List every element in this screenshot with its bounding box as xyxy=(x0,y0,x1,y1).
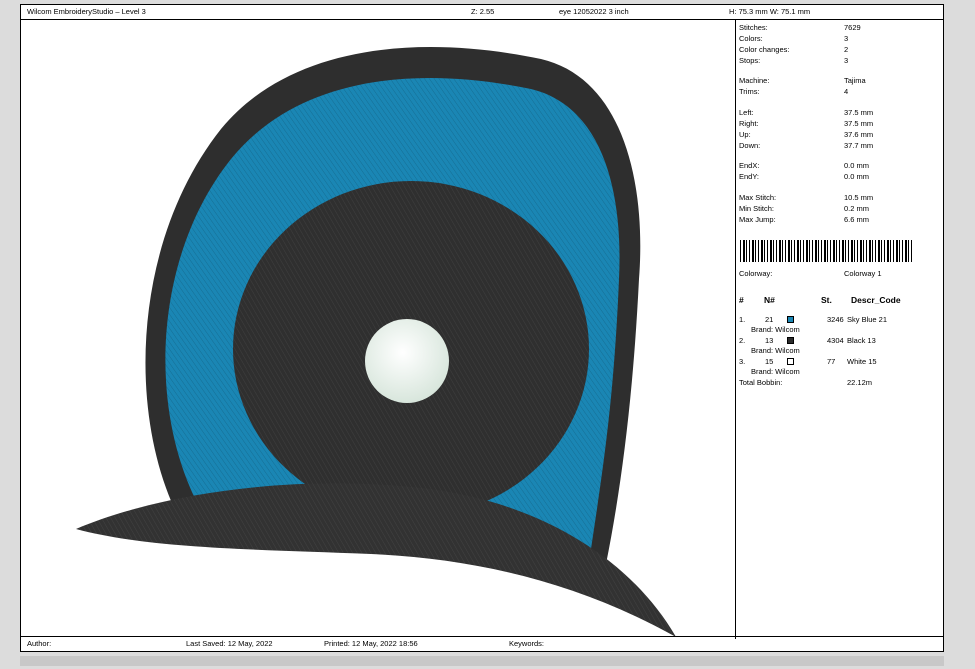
stat-value: 0.2 mm xyxy=(844,204,870,213)
total-bobbin-row: Total Bobbin: 22.12m xyxy=(739,378,873,387)
col-header-num: # xyxy=(739,295,744,305)
col-header-desc: Descr_Code xyxy=(851,295,901,305)
stat-row: Left: 37.5 mm xyxy=(739,108,939,118)
stat-label: Left: xyxy=(739,108,754,117)
color-brand: Brand: Wilcom xyxy=(751,367,800,376)
stat-label: Right: xyxy=(739,119,759,128)
color-swatch xyxy=(787,358,794,365)
stat-value: 7629 xyxy=(844,23,861,32)
stat-row: Min Stitch: 0.2 mm xyxy=(739,204,939,214)
horizontal-scrollbar[interactable] xyxy=(20,656,944,666)
color-brand: Brand: Wilcom xyxy=(751,325,800,334)
stat-label: Color changes: xyxy=(739,45,790,54)
stat-label: Up: xyxy=(739,130,751,139)
stat-value: 37.7 mm xyxy=(844,141,874,150)
design-canvas xyxy=(21,19,736,639)
col-header-n: N# xyxy=(764,295,775,305)
design-info-panel: Stitches: 7629 Colors: 3 Color changes: 2 Stop… xyxy=(736,19,943,639)
last-saved: Last Saved: 12 May, 2022 xyxy=(186,639,273,648)
stat-row: Max Jump: 6.6 mm xyxy=(739,215,939,225)
color-stitches: 4304 xyxy=(827,336,844,345)
highlight-shape xyxy=(365,319,449,403)
stat-row: Trims: 4 xyxy=(739,87,939,97)
stat-value: 2 xyxy=(844,45,849,54)
stat-label: EndY: xyxy=(739,172,760,181)
stat-value: 0.0 mm xyxy=(844,161,870,170)
stat-row: Up: 37.6 mm xyxy=(739,130,939,140)
color-description: Black 13 xyxy=(847,336,876,345)
color-stitches: 3246 xyxy=(827,315,844,324)
stat-value: 0.0 mm xyxy=(844,172,870,181)
sheet-footer: Author: Last Saved: 12 May, 2022 Printed… xyxy=(21,636,943,651)
app-title: Wilcom EmbroideryStudio – Level 3 xyxy=(27,7,146,16)
color-swatch xyxy=(787,337,794,344)
colorway-row: Colorway: Colorway 1 xyxy=(739,269,882,278)
printed-date: Printed: 12 May, 2022 18:56 xyxy=(324,639,418,648)
stat-row: Down: 37.7 mm xyxy=(739,141,939,151)
zoom-readout: Z: 2.55 xyxy=(471,7,495,16)
stat-row: Stops: 3 xyxy=(739,56,939,66)
col-header-stitches: St. xyxy=(821,295,832,305)
stat-value: 10.5 mm xyxy=(844,193,874,202)
sheet-header: Wilcom EmbroideryStudio – Level 3 Z: 2.5… xyxy=(21,5,943,20)
stat-label: Min Stitch: xyxy=(739,204,775,213)
stat-label: Trims: xyxy=(739,87,760,96)
color-description: Sky Blue 21 xyxy=(847,315,888,324)
stat-value: 37.5 mm xyxy=(844,119,874,128)
stat-value: Tajima xyxy=(844,76,866,85)
color-stitches: 77 xyxy=(827,357,836,366)
stat-row: EndY: 0.0 mm xyxy=(739,172,939,182)
stat-value: 3 xyxy=(844,56,849,65)
stat-row: Right: 37.5 mm xyxy=(739,119,939,129)
color-number: 15 xyxy=(765,357,774,366)
stat-value: 3 xyxy=(844,34,849,43)
color-swatch xyxy=(787,316,794,323)
stat-label: Stitches: xyxy=(739,23,768,32)
color-row: 2. 13 4304 Black 13 Brand: Wilcom xyxy=(739,336,939,355)
embroidery-design-image xyxy=(76,47,676,637)
color-index: 3. xyxy=(739,357,746,366)
stat-row: Colors: 3 xyxy=(739,34,939,44)
author-label: Author: xyxy=(27,639,52,648)
keywords-label: Keywords: xyxy=(509,639,545,648)
barcode xyxy=(740,240,914,262)
stat-row: Machine: Tajima xyxy=(739,76,939,86)
stat-label: Max Stitch: xyxy=(739,193,777,202)
stat-row: Max Stitch: 10.5 mm xyxy=(739,193,939,203)
color-row: 1. 21 3246 Sky Blue 21 Brand: Wilcom xyxy=(739,315,939,334)
stat-row: Stitches: 7629 xyxy=(739,23,939,33)
stat-label: Max Jump: xyxy=(739,215,776,224)
stat-label: Colors: xyxy=(739,34,763,43)
color-row: 3. 15 77 White 15 Brand: Wilcom xyxy=(739,357,939,376)
color-number: 13 xyxy=(765,336,774,345)
stat-row: EndX: 0.0 mm xyxy=(739,161,939,171)
color-brand: Brand: Wilcom xyxy=(751,346,800,355)
stat-value: 37.5 mm xyxy=(844,108,874,117)
stat-label: EndX: xyxy=(739,161,760,170)
stat-value: 6.6 mm xyxy=(844,215,870,224)
stat-label: Machine: xyxy=(739,76,770,85)
print-preview-sheet: Wilcom EmbroideryStudio – Level 3 Z: 2.5… xyxy=(20,4,944,652)
stat-label: Down: xyxy=(739,141,761,150)
stat-label: Stops: xyxy=(739,56,761,65)
stat-value: 4 xyxy=(844,87,849,96)
design-size: H: 75.3 mm W: 75.1 mm xyxy=(729,7,811,16)
stat-row: Color changes: 2 xyxy=(739,45,939,55)
color-index: 1. xyxy=(739,315,746,324)
stat-value: 37.6 mm xyxy=(844,130,874,139)
color-description: White 15 xyxy=(847,357,877,366)
color-number: 21 xyxy=(765,315,774,324)
color-index: 2. xyxy=(739,336,746,345)
design-name: eye 12052022 3 inch xyxy=(559,7,629,16)
